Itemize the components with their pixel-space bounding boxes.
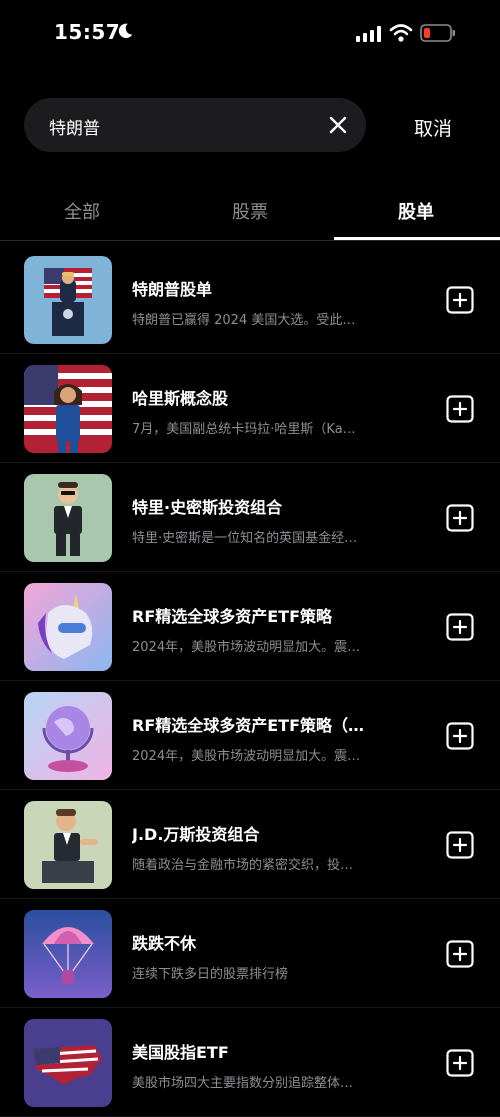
wifi-icon: [389, 24, 413, 42]
add-icon[interactable]: [446, 613, 474, 641]
add-icon[interactable]: [446, 722, 474, 750]
tab-stocks[interactable]: 股票: [232, 198, 268, 224]
item-description: 7月，美国副总统卡玛拉·哈里斯（Ka…: [132, 422, 356, 437]
globe-image: [24, 692, 112, 780]
add-icon[interactable]: [446, 831, 474, 859]
status-bar: 15:57: [0, 0, 500, 70]
search-bar[interactable]: 特朗普: [24, 98, 366, 152]
item-title: 美国股指ETF: [132, 1043, 229, 1062]
speaker-figure-image: [24, 801, 112, 889]
list-item[interactable]: 特朗普股单 特朗普已赢得 2024 美国大选。受此…: [0, 245, 500, 354]
us-map-image: [24, 1019, 112, 1107]
close-icon[interactable]: [326, 113, 350, 137]
unicorn-image: [24, 583, 112, 671]
battery-low-icon: [420, 24, 455, 42]
item-title: RF精选全球多资产ETF策略: [132, 607, 333, 626]
tab-watchlists[interactable]: 股单: [398, 198, 434, 224]
item-title: J.D.万斯投资组合: [132, 825, 260, 844]
list-item[interactable]: RF精选全球多资产ETF策略（… 2024年，美股市场波动明显加大。震…: [0, 681, 500, 790]
search-input[interactable]: 特朗普: [49, 114, 100, 139]
item-title: 跌跌不休: [132, 934, 197, 953]
flag-figure-image: [24, 365, 112, 453]
add-icon[interactable]: [446, 1049, 474, 1077]
item-title: 特里·史密斯投资组合: [132, 498, 283, 517]
list-item[interactable]: RF精选全球多资产ETF策略 2024年，美股市场波动明显加大。震…: [0, 572, 500, 681]
watchlist-results: 特朗普股单 特朗普已赢得 2024 美国大选。受此… 哈里斯概念股 7月，美国副…: [0, 245, 500, 1117]
item-description: 特朗普已赢得 2024 美国大选。受此…: [132, 313, 356, 328]
item-description: 美股市场四大主要指数分别追踪整体…: [132, 1076, 354, 1091]
active-tab-indicator: [334, 237, 500, 240]
add-icon[interactable]: [446, 395, 474, 423]
list-item[interactable]: 特里·史密斯投资组合 特里·史密斯是一位知名的英国基金经…: [0, 463, 500, 572]
moon-icon: [118, 23, 133, 39]
item-title: 特朗普股单: [132, 280, 213, 299]
podium-speaker-image: [24, 256, 112, 344]
item-description: 2024年，美股市场波动明显加大。震…: [132, 640, 361, 655]
tab-bar: 全部 股票 股单: [0, 180, 500, 241]
add-icon[interactable]: [446, 940, 474, 968]
add-icon[interactable]: [446, 286, 474, 314]
item-description: 2024年，美股市场波动明显加大。震…: [132, 749, 361, 764]
status-time: 15:57: [54, 20, 121, 44]
list-item[interactable]: 跌跌不休 连续下跌多日的股票排行榜: [0, 899, 500, 1008]
item-title: 哈里斯概念股: [132, 389, 229, 408]
add-icon[interactable]: [446, 504, 474, 532]
item-title: RF精选全球多资产ETF策略（…: [132, 716, 365, 735]
list-item[interactable]: 哈里斯概念股 7月，美国副总统卡玛拉·哈里斯（Ka…: [0, 354, 500, 463]
item-description: 特里·史密斯是一位知名的英国基金经…: [132, 531, 358, 546]
tab-all[interactable]: 全部: [64, 198, 100, 224]
list-item[interactable]: J.D.万斯投资组合 随着政治与金融市场的紧密交织，投…: [0, 790, 500, 899]
parachute-image: [24, 910, 112, 998]
item-description: 随着政治与金融市场的紧密交织，投…: [132, 858, 354, 873]
cancel-button[interactable]: 取消: [414, 114, 452, 141]
list-item[interactable]: 美国股指ETF 美股市场四大主要指数分别追踪整体…: [0, 1008, 500, 1117]
cellular-signal-icon: [356, 26, 381, 42]
suited-figure-image: [24, 474, 112, 562]
item-description: 连续下跌多日的股票排行榜: [132, 967, 289, 982]
